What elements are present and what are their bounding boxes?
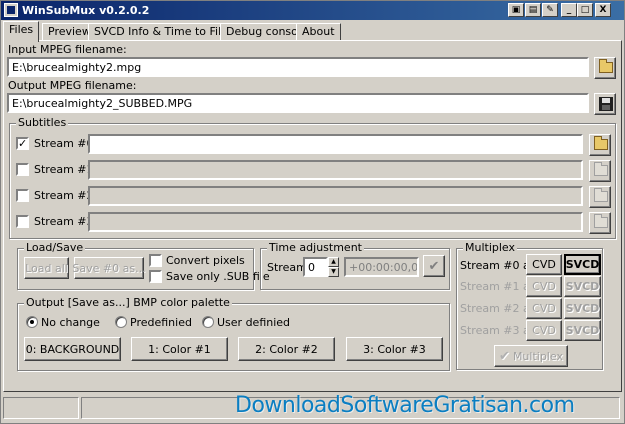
load-save-group-title: Load/Save — [24, 241, 86, 254]
stream-2-cvd-button[interactable]: CVD — [526, 298, 562, 319]
checkmark-icon: ✔ — [428, 258, 440, 274]
maximize-button[interactable]: □ — [577, 3, 593, 17]
watermark-text: DownloadSoftwareGratisan.com — [235, 393, 575, 418]
stream-3-cvd-button[interactable]: CVD — [526, 320, 562, 341]
palette-predefined-label: Predefinied — [130, 316, 192, 329]
stream-3-checkbox[interactable] — [16, 215, 29, 228]
stream-0-checkbox[interactable]: ✓ — [16, 137, 29, 150]
time-adjustment-group-title: Time adjustment — [267, 241, 364, 254]
tab-files[interactable]: Files — [3, 21, 40, 42]
app-icon[interactable] — [4, 3, 18, 17]
convert-pixels-label: Convert pixels — [166, 254, 245, 267]
window-title: WinSubMux v0.2.0.2 — [22, 4, 150, 17]
multiplex-group: Multiplex Stream #0 as CVD SVCD Stream #… — [456, 241, 603, 370]
stream-3-file-field[interactable] — [88, 212, 583, 232]
stream-3-label: Stream #3 — [34, 215, 94, 228]
stream-2-svcd-button[interactable]: SVCD — [564, 298, 601, 319]
folder-open-icon — [594, 162, 608, 176]
stream-1-label: Stream #1 — [34, 163, 94, 176]
toolbar-icon-c[interactable]: ✎ — [542, 3, 558, 17]
stream-2-open-button[interactable] — [589, 186, 611, 208]
stream-1-checkbox[interactable] — [16, 163, 29, 176]
app-window: WinSubMux v0.2.0.2 ▣ ▤ ✎ _ □ X Files Pre… — [0, 0, 625, 424]
palette-no-change-label: No change — [41, 316, 100, 329]
stream-1-svcd-button[interactable]: SVCD — [564, 276, 601, 297]
time-offset-field[interactable]: +00:00:00,00 — [344, 257, 419, 277]
stream-2-label: Stream #2 — [34, 189, 94, 202]
stream-3-open-button[interactable] — [589, 212, 611, 234]
checkmark-icon: ✔ — [499, 348, 510, 364]
multiplex-stream-2-label: Stream #2 as — [460, 302, 536, 315]
convert-pixels-checkbox[interactable] — [149, 254, 162, 267]
input-filename-label: Input MPEG filename: — [8, 43, 127, 56]
save-only-sub-label: Save only .SUB file — [166, 270, 270, 283]
folder-open-icon — [594, 214, 608, 228]
folder-open-icon — [594, 136, 608, 150]
toolbar-icon-b[interactable]: ▤ — [525, 3, 541, 17]
time-adjustment-group: Time adjustment Stream: 0 ▲ ▼ +00:00:00,… — [260, 241, 450, 290]
output-filename-label: Output MPEG filename: — [8, 79, 137, 92]
palette-group: Output [Save as...] BMP color palette No… — [17, 296, 450, 371]
title-bar[interactable]: WinSubMux v0.2.0.2 ▣ ▤ ✎ _ □ X — [1, 1, 624, 20]
time-stream-spinner[interactable]: ▲ ▼ — [328, 257, 339, 277]
multiplex-button[interactable]: ✔ Multiplex — [494, 345, 568, 367]
palette-user-defined-radio[interactable] — [202, 316, 214, 328]
stream-2-file-field[interactable] — [88, 186, 583, 206]
multiplex-stream-3-label: Stream #3 as — [460, 324, 536, 337]
save-output-button[interactable] — [594, 93, 616, 115]
save-only-sub-checkbox[interactable] — [149, 270, 162, 283]
stream-0-open-button[interactable] — [589, 134, 611, 156]
color-3-button[interactable]: 3: Color #3 — [346, 337, 443, 361]
stream-0-cvd-button[interactable]: CVD — [526, 254, 562, 275]
multiplex-stream-1-label: Stream #1 as — [460, 280, 536, 293]
stream-2-checkbox[interactable] — [16, 189, 29, 202]
spin-down-icon[interactable]: ▼ — [328, 267, 339, 277]
palette-group-title: Output [Save as...] BMP color palette — [24, 296, 232, 309]
multiplex-button-label: Multiplex — [512, 349, 563, 363]
multiplex-stream-0-label: Stream #0 as — [460, 259, 536, 272]
stream-0-label: Stream #0 — [34, 137, 94, 150]
stream-1-file-field[interactable] — [88, 160, 583, 180]
tab-about[interactable]: About — [296, 23, 341, 40]
color-background-button[interactable]: 0: BACKGROUND — [24, 337, 121, 361]
status-panel-1 — [3, 397, 79, 419]
stream-0-svcd-button[interactable]: SVCD — [564, 254, 601, 275]
color-1-button[interactable]: 1: Color #1 — [131, 337, 228, 361]
input-filename-field[interactable]: E:\brucealmighty2.mpg — [7, 57, 589, 77]
open-input-button[interactable] — [594, 57, 616, 79]
apply-time-button[interactable]: ✔ — [423, 255, 445, 277]
load-save-group: Load/Save Load all Save #0 as... Convert… — [17, 241, 270, 290]
folder-open-icon — [599, 59, 613, 73]
time-stream-field[interactable]: 0 — [303, 257, 328, 277]
palette-predefined-radio[interactable] — [115, 316, 127, 328]
multiplex-group-title: Multiplex — [463, 241, 518, 254]
floppy-disk-icon — [599, 97, 613, 111]
subtitles-group: Subtitles ✓ Stream #0 Stream #1 Stream #… — [9, 116, 616, 239]
spin-up-icon[interactable]: ▲ — [328, 257, 339, 267]
load-all-button[interactable]: Load all — [24, 257, 69, 279]
subtitles-group-title: Subtitles — [16, 116, 69, 129]
minimize-button[interactable]: _ — [561, 3, 577, 17]
stream-1-cvd-button[interactable]: CVD — [526, 276, 562, 297]
palette-user-defined-label: User definied — [217, 316, 291, 329]
folder-open-icon — [594, 188, 608, 202]
output-filename-field[interactable]: E:\brucealmighty2_SUBBED.MPG — [7, 93, 589, 113]
stream-3-svcd-button[interactable]: SVCD — [564, 320, 601, 341]
files-panel: Input MPEG filename: E:\brucealmighty2.m… — [3, 40, 622, 392]
stream-0-file-field[interactable] — [88, 134, 583, 154]
palette-no-change-radio[interactable] — [26, 316, 38, 328]
close-button[interactable]: X — [595, 3, 611, 17]
toolbar-icon-a[interactable]: ▣ — [508, 3, 524, 17]
stream-1-open-button[interactable] — [589, 160, 611, 182]
save-stream-button[interactable]: Save #0 as... — [72, 257, 146, 279]
color-2-button[interactable]: 2: Color #2 — [238, 337, 335, 361]
